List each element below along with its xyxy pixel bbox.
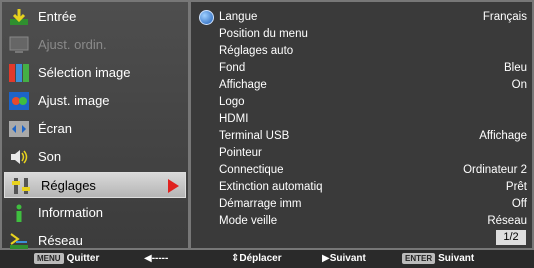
network-icon — [8, 231, 30, 251]
menu-key: MENU — [34, 253, 64, 264]
page-indicator: 1/2 — [496, 230, 526, 245]
next-label: Suivant — [329, 253, 366, 264]
menu-item-reglages[interactable]: Réglages — [4, 172, 186, 198]
menu-item-label: Sélection image — [38, 65, 131, 80]
menu-item-label: Entrée — [38, 9, 77, 24]
enter-hint: ENTER Suivant — [402, 253, 474, 265]
enter-key: ENTER — [402, 253, 436, 264]
setting-name: Langue — [219, 11, 258, 23]
menu-item-label: Réglages — [41, 178, 96, 193]
menu-item-entree[interactable]: Entrée — [2, 4, 188, 30]
setting-value: Français — [482, 11, 527, 23]
menu-item-selection-image[interactable]: Sélection image — [2, 60, 188, 86]
setting-row-logo[interactable]: Logo — [219, 96, 527, 111]
enter-label: Suivant — [438, 253, 475, 264]
image-select-icon — [8, 63, 30, 83]
setting-name: Logo — [219, 96, 245, 108]
setting-name: Terminal USB — [219, 130, 290, 142]
setting-name: Extinction automatiq — [219, 181, 323, 193]
menu-item-son[interactable]: Son — [2, 144, 188, 170]
setting-name: Fond — [219, 62, 246, 74]
menu-item-ajust-ordin[interactable]: Ajust. ordin. — [2, 32, 188, 58]
setting-value: Réseau — [487, 215, 527, 227]
computer-adjust-icon — [8, 35, 30, 55]
input-icon — [8, 7, 30, 27]
next-hint: ▶Suivant — [322, 253, 366, 265]
image-adjust-icon — [8, 91, 30, 111]
setting-row-mode-veille[interactable]: Mode veille Réseau — [219, 215, 527, 230]
settings-panel: Langue Français Position du menu Réglage… — [191, 2, 532, 248]
setting-name: HDMI — [219, 113, 249, 125]
setting-value: Off — [511, 198, 527, 210]
setting-name: Connectique — [219, 164, 284, 176]
back-hint: ◀----- — [144, 253, 169, 264]
menu-item-label: Son — [38, 149, 62, 164]
information-icon — [8, 203, 30, 223]
menu-item-label: Réseau — [38, 233, 83, 248]
menu-item-ecran[interactable]: Écran — [2, 116, 188, 142]
setting-row-hdmi[interactable]: HDMI — [219, 113, 527, 128]
quit-hint: MENU Quitter — [34, 253, 99, 265]
menu-item-ajust-image[interactable]: Ajust. image — [2, 88, 188, 114]
globe-icon — [199, 10, 214, 25]
setting-row-position-menu[interactable]: Position du menu — [219, 28, 527, 43]
setting-row-fond[interactable]: Fond Bleu — [219, 62, 527, 77]
setting-value: Ordinateur 2 — [463, 164, 527, 176]
key-guide-bar: MENU Quitter ◀----- ⇕Déplacer ▶Suivant EN… — [0, 250, 534, 268]
setting-name: Pointeur — [219, 147, 262, 159]
menu-item-label: Écran — [38, 121, 72, 136]
setting-row-extinction-auto[interactable]: Extinction automatiq Prêt — [219, 181, 527, 196]
setting-name: Mode veille — [219, 215, 278, 227]
move-hint: ⇕Déplacer — [231, 253, 282, 265]
move-label: Déplacer — [239, 253, 282, 264]
right-arrow-icon: ▶ — [322, 253, 330, 264]
speaker-icon — [8, 147, 30, 167]
setting-name: Affichage — [219, 79, 267, 91]
setting-name: Position du menu — [219, 28, 308, 40]
setting-value: Affichage — [479, 130, 527, 142]
settings-icon — [11, 176, 33, 196]
setting-row-affichage[interactable]: Affichage On — [219, 79, 527, 94]
setting-row-reglages-auto[interactable]: Réglages auto — [219, 45, 527, 60]
setting-row-connectique[interactable]: Connectique Ordinateur 2 — [219, 164, 527, 179]
main-menu: Entrée Ajust. ordin. Sélection image Aju… — [2, 2, 188, 251]
setting-row-demarrage[interactable]: Démarrage imm Off — [219, 198, 527, 213]
setting-row-pointeur[interactable]: Pointeur — [219, 147, 527, 162]
quit-label: Quitter — [66, 253, 100, 264]
projector-menu: Entrée Ajust. ordin. Sélection image Aju… — [0, 0, 534, 268]
screen-icon — [8, 119, 30, 139]
setting-name: Réglages auto — [219, 45, 294, 57]
setting-name: Démarrage imm — [219, 198, 302, 210]
setting-value: On — [511, 79, 527, 91]
menu-item-label: Information — [38, 205, 104, 220]
menu-item-label: Ajust. ordin. — [38, 37, 107, 52]
setting-value: Bleu — [503, 62, 527, 74]
selection-arrow-icon — [168, 179, 179, 193]
setting-row-terminal-usb[interactable]: Terminal USB Affichage — [219, 130, 527, 145]
setting-row-langue[interactable]: Langue Français — [219, 11, 527, 26]
menu-item-information[interactable]: Information — [2, 200, 188, 226]
setting-value: Prêt — [505, 181, 527, 193]
menu-item-label: Ajust. image — [38, 93, 110, 108]
